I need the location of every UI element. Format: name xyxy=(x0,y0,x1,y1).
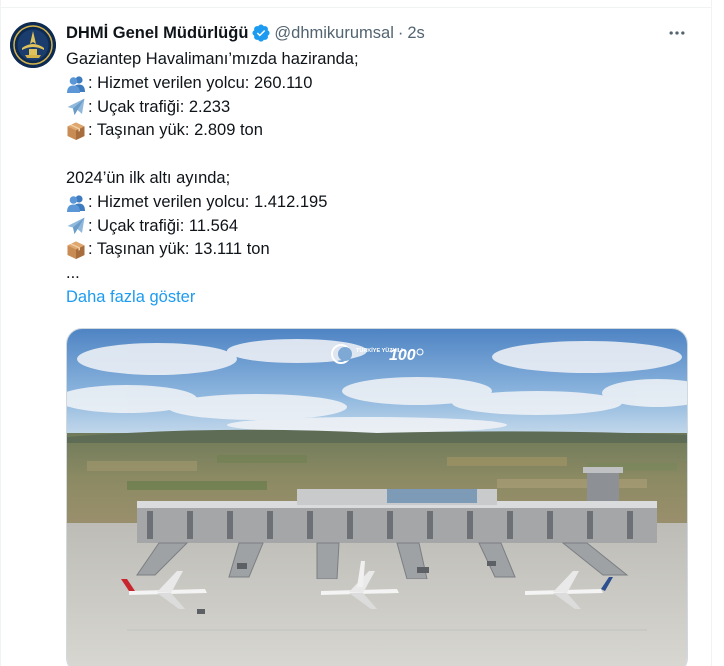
display-name[interactable]: DHMİ Genel Müdürlüğü xyxy=(66,24,248,43)
stat-line: : Hizmet verilen yolcu: 260.110 xyxy=(66,72,686,96)
separator-dot: · xyxy=(397,23,404,42)
airplane-icon xyxy=(66,216,86,236)
stat-line: : Uçak trafiği: 11.564 xyxy=(66,215,686,239)
june-flights: : Uçak trafiği: 2.233 xyxy=(88,97,231,116)
avatar[interactable] xyxy=(10,22,56,68)
timestamp[interactable]: 2s xyxy=(407,24,424,43)
intro-june: Gaziantep Havalimanı’mızda haziranda; xyxy=(66,50,359,68)
stat-line: : Taşınan yük: 13.111 ton xyxy=(66,238,686,262)
text-line: 2024’ün ilk altı ayında; xyxy=(66,167,686,191)
half-year-cargo: : Taşınan yük: 13.111 ton xyxy=(88,240,270,259)
dhmi-logo xyxy=(10,22,56,68)
intro-half-year: 2024’ün ilk altı ayında; xyxy=(66,168,231,187)
package-icon xyxy=(66,121,86,141)
right-border xyxy=(711,0,712,666)
ellipsis: ... xyxy=(66,264,80,283)
text-line: ... xyxy=(66,262,686,286)
show-more-link[interactable]: Daha fazla göster xyxy=(66,288,195,307)
half-year-flights: : Uçak trafiği: 11.564 xyxy=(88,216,239,235)
tweet-header: DHMİ Genel Müdürlüğü @dhmikurumsal · 2s xyxy=(66,22,425,44)
tweet-photo[interactable]: TÜRKİYE YÜZYILI 100 xyxy=(66,328,688,666)
watermark-number: 100 xyxy=(389,347,416,364)
stat-line: : Uçak trafiği: 2.233 xyxy=(66,96,686,120)
june-cargo: : Taşınan yük: 2.809 ton xyxy=(88,121,263,140)
airport-aerial-photo: TÜRKİYE YÜZYILI 100 xyxy=(67,329,687,666)
busts-in-silhouette-icon xyxy=(66,193,86,213)
package-icon xyxy=(66,240,86,260)
june-passengers: : Hizmet verilen yolcu: 260.110 xyxy=(88,73,313,92)
handle[interactable]: @dhmikurumsal xyxy=(274,24,393,43)
verified-badge-icon xyxy=(251,23,271,43)
stat-line: : Hizmet verilen yolcu: 1.412.195 xyxy=(66,191,686,215)
airplane-icon xyxy=(66,97,86,117)
tweet[interactable]: DHMİ Genel Müdürlüğü @dhmikurumsal · 2s … xyxy=(0,8,711,666)
more-horizontal-icon[interactable] xyxy=(665,21,689,45)
tweet-text: Gaziantep Havalimanı’mızda haziranda; : … xyxy=(66,48,686,286)
stat-line: : Taşınan yük: 2.809 ton xyxy=(66,119,686,143)
text-line: Gaziantep Havalimanı’mızda haziranda; xyxy=(66,48,686,72)
busts-in-silhouette-icon xyxy=(66,74,86,94)
half-year-passengers: : Hizmet verilen yolcu: 1.412.195 xyxy=(88,192,328,211)
